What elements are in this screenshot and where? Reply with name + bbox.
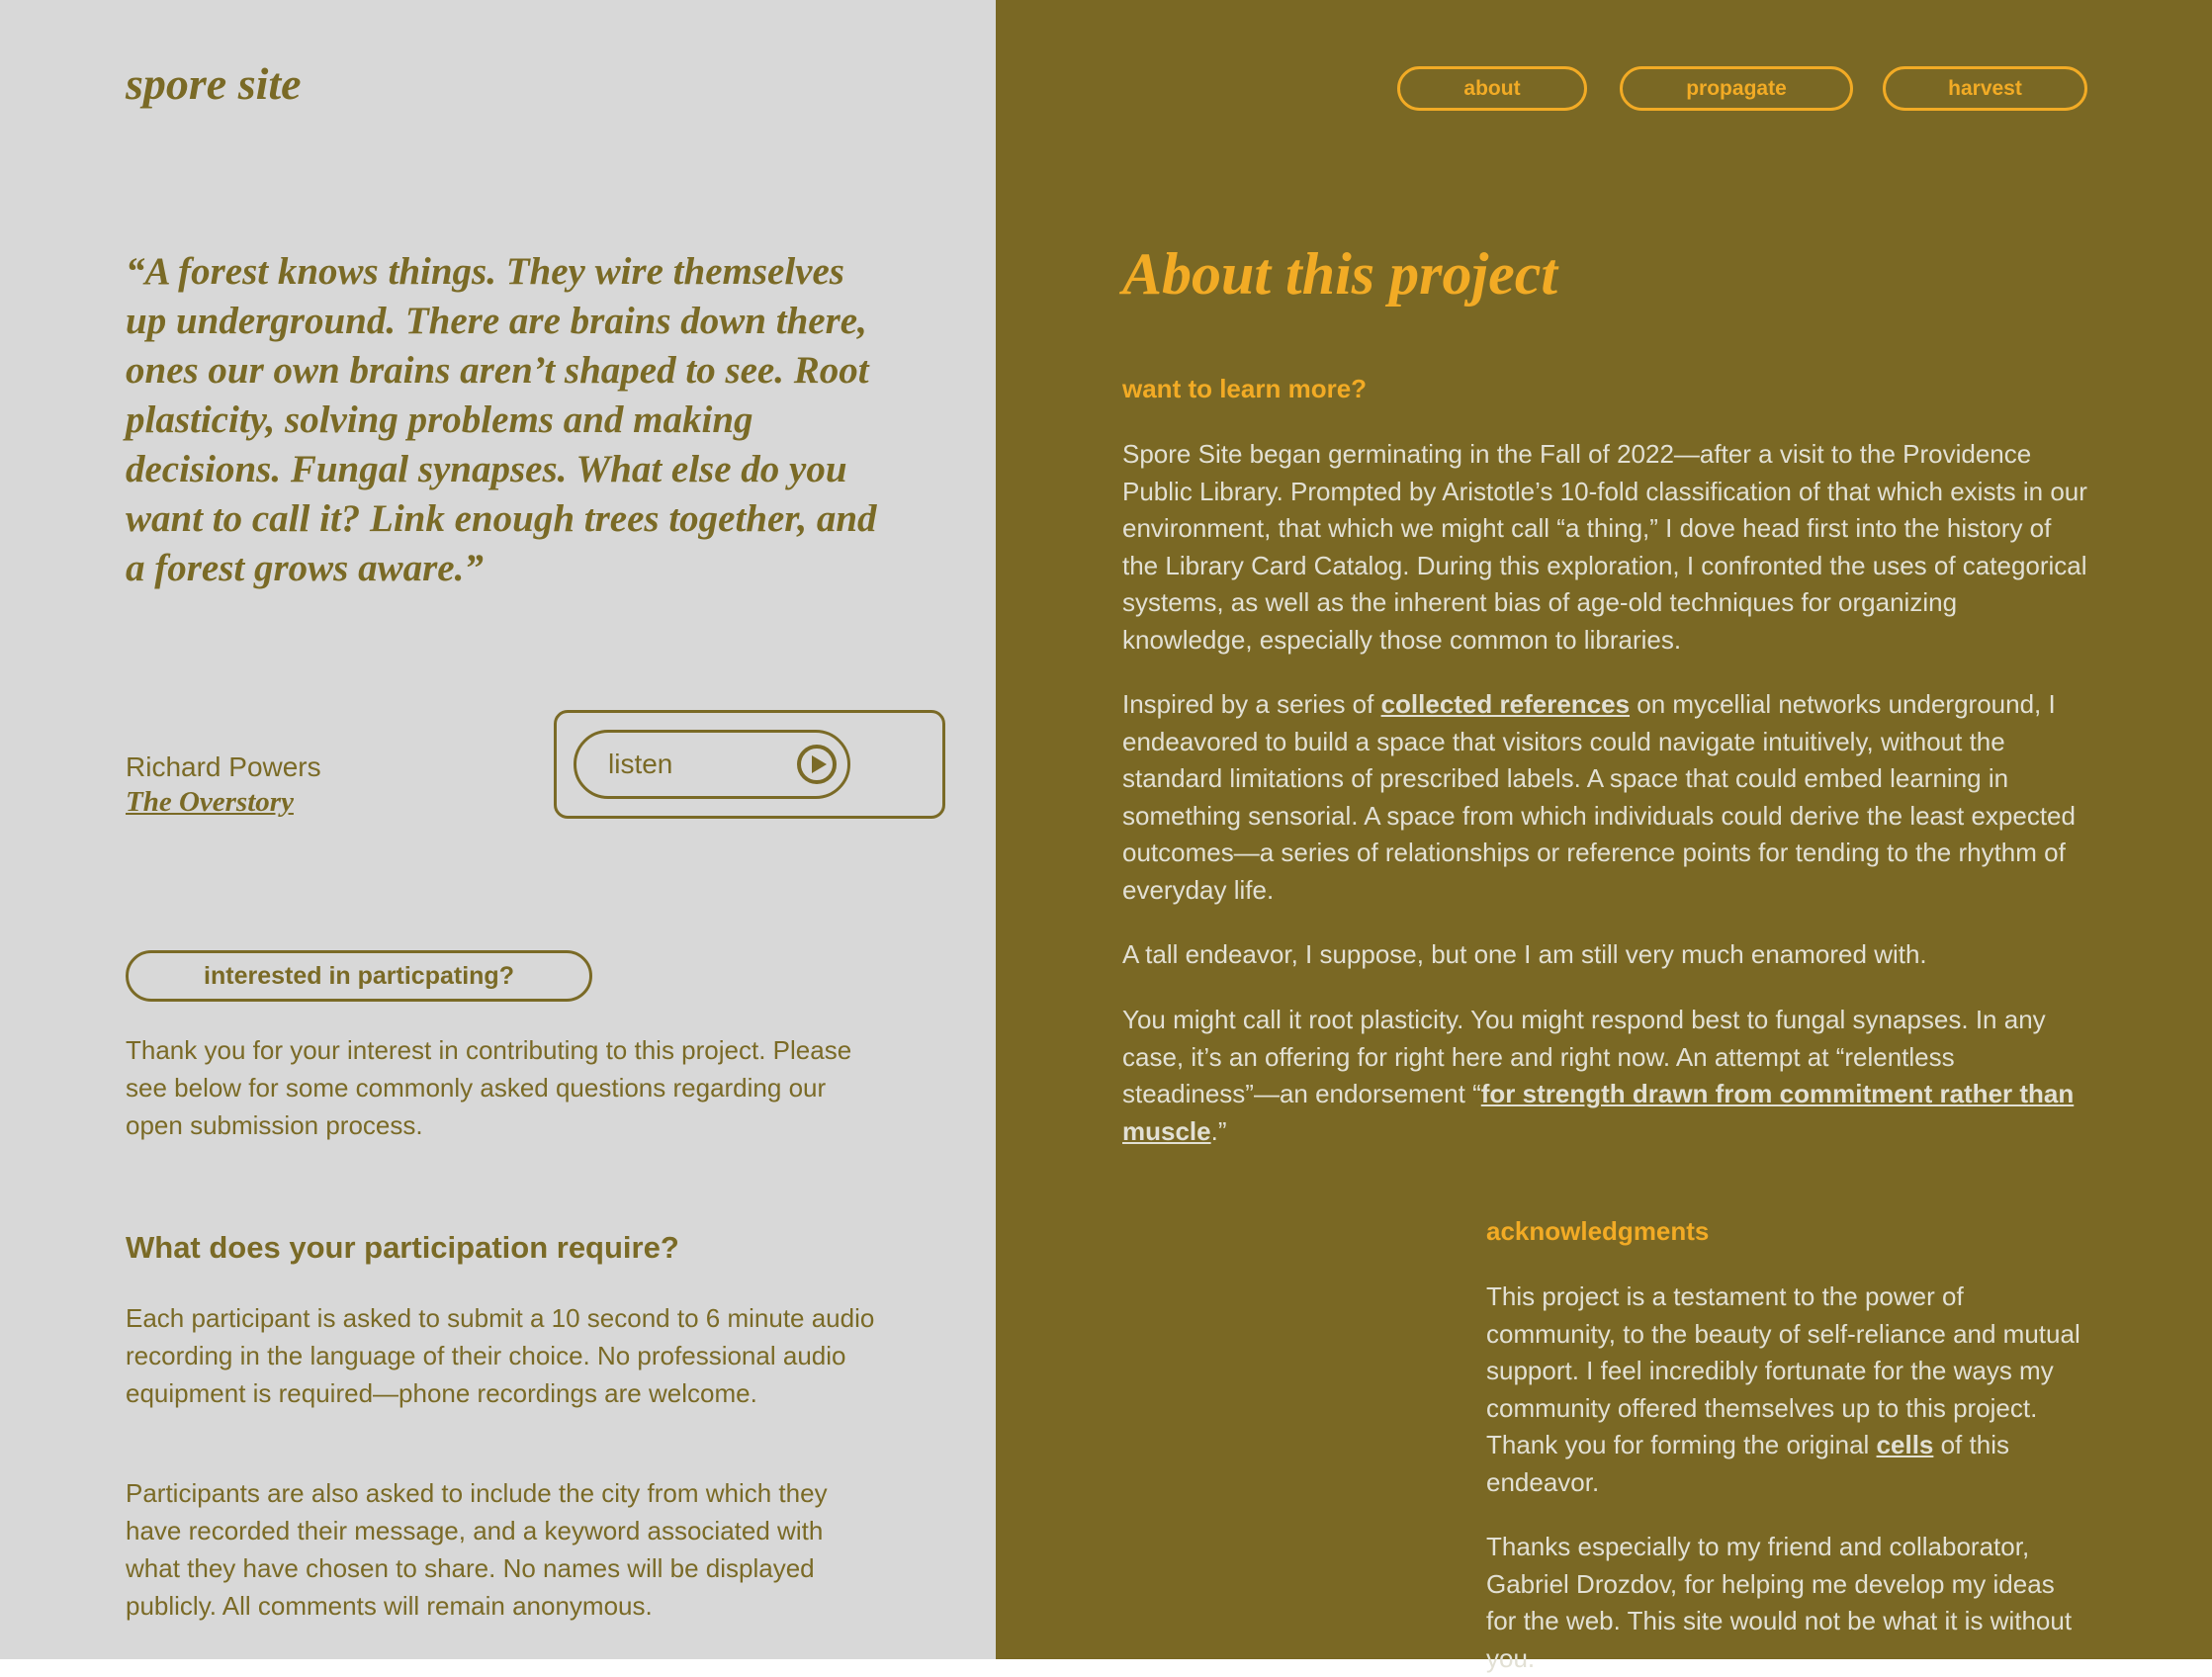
nav-about-button[interactable]: about — [1397, 66, 1587, 111]
nav-harvest-button[interactable]: harvest — [1883, 66, 2087, 111]
acknowledgments-paragraph-2: Thanks especially to my friend and colla… — [1486, 1532, 2073, 1673]
faq-paragraph-2: Participants are also asked to include t… — [126, 1478, 828, 1621]
about-paragraph-4-text-b: .” — [1210, 1115, 1227, 1146]
cells-link[interactable]: cells — [1877, 1430, 1934, 1459]
play-icon — [797, 745, 837, 784]
about-paragraph-1: Spore Site began germinating in the Fall… — [1122, 439, 2087, 655]
nav-propagate-button[interactable]: propagate — [1620, 66, 1853, 111]
collected-references-link[interactable]: collected references — [1381, 689, 1630, 719]
about-paragraph-3: A tall endeavor, I suppose, but one I am… — [1122, 939, 1927, 969]
about-paragraph-2-text-a: Inspired by a series of — [1122, 689, 1381, 719]
acknowledgments-paragraph-1: This project is a testament to the power… — [1486, 1279, 2091, 1502]
faq-paragraph-1: Each participant is asked to submit a 10… — [126, 1303, 875, 1408]
faq-heading: What does your participation require? — [126, 1230, 679, 1265]
listen-label: listen — [608, 749, 673, 779]
participate-intro: Thank you for your interest in contribut… — [126, 1035, 852, 1140]
about-paragraph-4: You might call it root plasticity. You m… — [1122, 1002, 2091, 1150]
about-paragraph-2-text-b: on mycellial networks underground, I end… — [1122, 689, 2076, 905]
about-title: About this project — [1122, 241, 1558, 307]
acknowledgments-heading: acknowledgments — [1486, 1216, 1710, 1246]
site-logo[interactable]: spore site — [126, 57, 302, 110]
listen-button[interactable]: listen — [574, 730, 850, 799]
quote-text: “A forest knows things. They wire themse… — [126, 250, 877, 589]
book-title-link[interactable]: The Overstory — [126, 786, 294, 819]
quote-author: Richard Powers — [126, 751, 321, 782]
listen-player: listen — [554, 710, 945, 819]
participate-button[interactable]: interested in particpating? — [126, 950, 592, 1002]
about-paragraph-2: Inspired by a series of collected refere… — [1122, 686, 2091, 910]
left-panel: spore site “A forest knows things. They … — [0, 0, 996, 1659]
learn-more-heading: want to learn more? — [1122, 374, 1368, 403]
